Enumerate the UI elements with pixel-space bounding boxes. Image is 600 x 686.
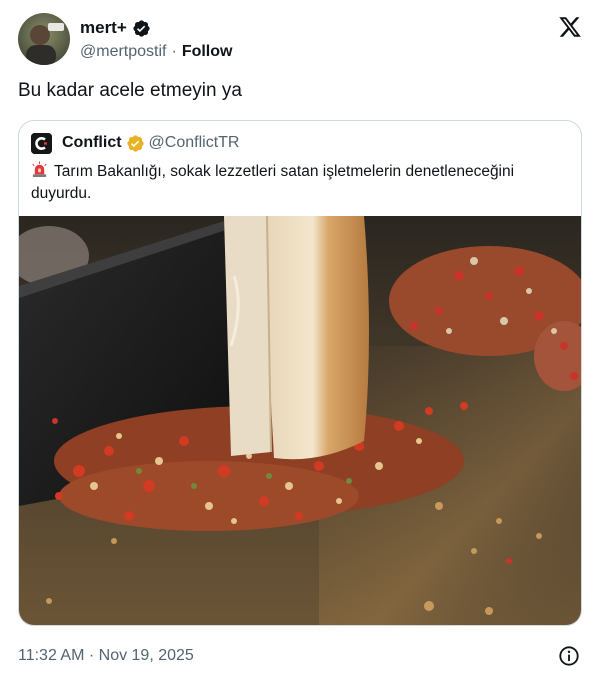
author-display-name[interactable]: mert+ xyxy=(80,18,127,38)
tweet-timestamp[interactable]: 11:32 AM · Nov 19, 2025 xyxy=(18,647,194,664)
food-photo-image xyxy=(19,215,581,625)
avatar-image xyxy=(18,13,70,65)
separator-dot: · xyxy=(171,43,177,60)
tweet-text: Bu kadar acele etmeyin ya xyxy=(18,80,242,101)
gold-verified-badge-icon xyxy=(126,134,144,152)
tweet-header: mert+ @mertpostif · Follow xyxy=(18,12,584,68)
quoted-media-photo[interactable] xyxy=(19,215,581,625)
follow-button[interactable]: Follow xyxy=(182,43,233,61)
x-logo-icon[interactable] xyxy=(558,15,582,39)
conflict-logo-icon xyxy=(31,132,52,154)
quoted-text-block: Tarım Bakanlığı, sokak lezzetleri satan … xyxy=(31,161,561,205)
quoted-handle[interactable]: @ConflictTR xyxy=(149,134,240,152)
tweet-footer: 11:32 AM · Nov 19, 2025 xyxy=(18,644,582,668)
quoted-tweet[interactable]: Conflict @ConflictTR Tarım Bakanlığı, so… xyxy=(18,120,582,626)
avatar[interactable] xyxy=(18,13,70,65)
author-handle[interactable]: @mertpostif xyxy=(80,43,166,61)
police-siren-icon xyxy=(32,161,47,178)
verified-badge-icon xyxy=(133,19,150,37)
quoted-text: Tarım Bakanlığı, sokak lezzetleri satan … xyxy=(31,163,515,202)
quoted-avatar[interactable] xyxy=(31,132,52,154)
info-icon[interactable] xyxy=(558,645,580,667)
quoted-display-name[interactable]: Conflict xyxy=(62,134,122,152)
